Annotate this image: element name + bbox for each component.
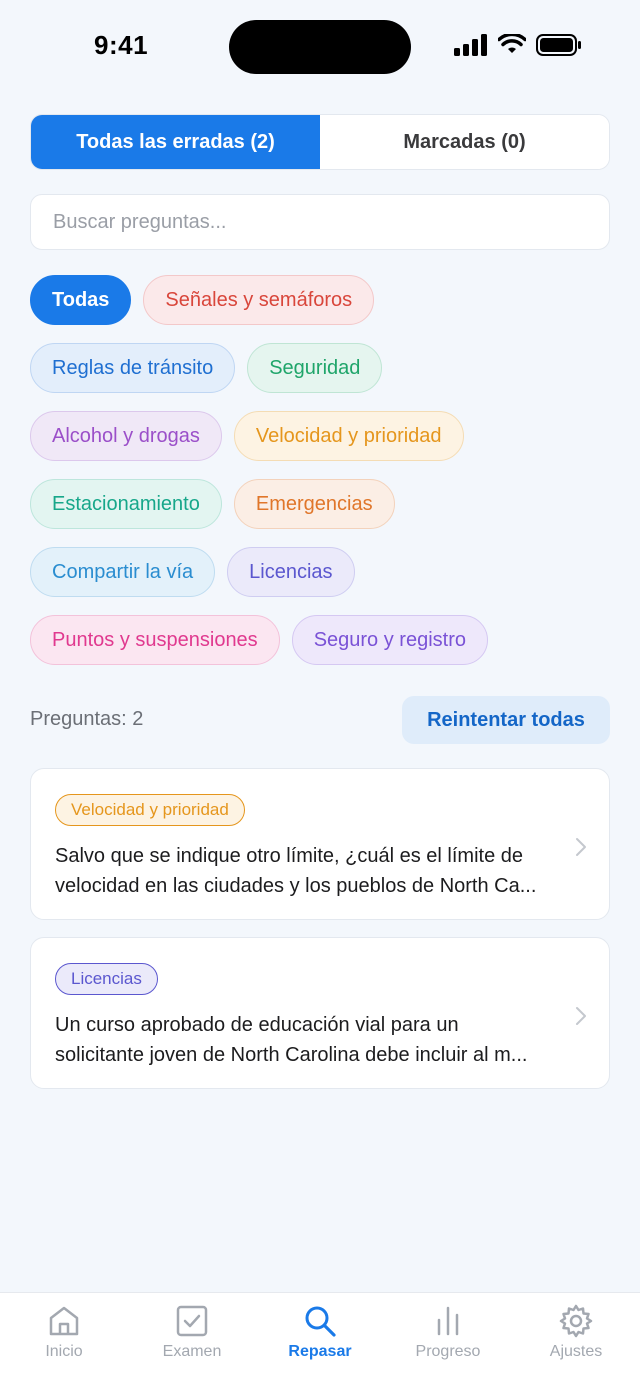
signal-icon	[454, 34, 487, 56]
tab-bar: Inicio Examen Repasar Progreso Ajustes	[0, 1292, 640, 1390]
tab-examen[interactable]: Examen	[128, 1293, 256, 1390]
question-text-line: Salvo que se indique otro límite, ¿cuál …	[55, 845, 524, 867]
question-category-tag: Licencias	[55, 963, 158, 995]
tab-label: Ajustes	[549, 1343, 603, 1360]
chip-points[interactable]: Puntos y suspensiones	[30, 615, 280, 665]
segmented-control: Todas las erradas (2) Marcadas (0)	[30, 114, 610, 170]
search-icon	[305, 1306, 336, 1337]
tab-ajustes[interactable]: Ajustes	[512, 1293, 640, 1390]
tab-label: Progreso	[415, 1343, 481, 1360]
category-chips: Todas Señales y semáforos Reglas de trán…	[30, 275, 620, 683]
status-time: 9:41	[94, 30, 149, 60]
tab-repasar[interactable]: Repasar	[256, 1293, 384, 1390]
question-text-line: solicitante joven de North Carolina debe…	[55, 1044, 528, 1066]
question-text-line: velocidad en las ciudades y los pueblos …	[55, 875, 537, 897]
chip-licenses[interactable]: Licencias	[227, 547, 355, 597]
question-card[interactable]: Licencias Un curso aprobado de educación…	[30, 937, 610, 1089]
search-input[interactable]	[31, 195, 609, 249]
chip-signals[interactable]: Señales y semáforos	[143, 275, 375, 325]
chevron-right-icon	[576, 1007, 586, 1025]
status-bar: 9:41	[0, 0, 640, 94]
chip-emergencies[interactable]: Emergencias	[233, 479, 395, 529]
status-icons	[454, 34, 582, 56]
chip-speed[interactable]: Velocidad y prioridad	[233, 411, 464, 461]
chevron-right-icon	[576, 838, 586, 856]
question-text: Un curso aprobado de educación vial para…	[55, 1010, 565, 1070]
segment-all-wrong[interactable]: Todas las erradas (2)	[31, 115, 320, 169]
chip-parking[interactable]: Estacionamiento	[30, 479, 222, 529]
retry-all-button[interactable]: Reintentar todas	[402, 696, 610, 744]
search-box	[30, 194, 610, 250]
question-text-line: Un curso aprobado de educación vial para…	[55, 1014, 459, 1036]
gear-icon	[559, 1304, 593, 1338]
tab-label: Inicio	[45, 1343, 83, 1360]
bar-chart-icon	[437, 1306, 459, 1336]
question-category-tag: Velocidad y prioridad	[55, 794, 245, 826]
question-card[interactable]: Velocidad y prioridad Salvo que se indiq…	[30, 768, 610, 920]
chip-sharing[interactable]: Compartir la vía	[30, 547, 216, 597]
question-count: Preguntas: 2	[30, 708, 144, 730]
dynamic-island	[229, 20, 411, 74]
tab-progreso[interactable]: Progreso	[384, 1293, 512, 1390]
tab-label: Repasar	[288, 1343, 352, 1360]
home-icon	[49, 1306, 79, 1336]
chip-safety[interactable]: Seguridad	[247, 343, 383, 393]
chip-insurance[interactable]: Seguro y registro	[291, 615, 488, 665]
battery-icon	[536, 34, 581, 56]
tab-inicio[interactable]: Inicio	[0, 1293, 128, 1390]
tab-label: Examen	[162, 1343, 222, 1360]
chip-alcohol[interactable]: Alcohol y drogas	[30, 411, 222, 461]
checkbox-icon	[176, 1305, 208, 1337]
chip-todas[interactable]: Todas	[30, 275, 132, 325]
wifi-icon	[498, 34, 526, 53]
segment-marked[interactable]: Marcadas (0)	[320, 115, 609, 169]
chip-rules[interactable]: Reglas de tránsito	[30, 343, 236, 393]
question-text: Salvo que se indique otro límite, ¿cuál …	[55, 841, 565, 901]
